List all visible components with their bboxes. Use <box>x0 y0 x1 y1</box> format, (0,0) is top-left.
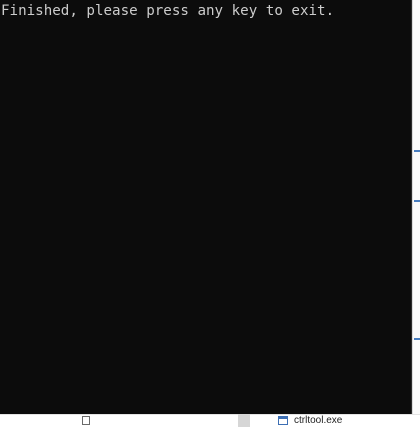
explorer-file-list-row <box>0 414 420 427</box>
console-output-line: Finished, please press any key to exit. <box>1 3 335 19</box>
file-list-item-ctrltool[interactable]: ctrltool.exe <box>278 414 342 427</box>
explorer-edge-marker <box>414 150 420 152</box>
explorer-right-edge <box>412 0 420 427</box>
file-icon <box>82 416 90 425</box>
explorer-edge-marker <box>414 338 420 340</box>
file-list-item[interactable] <box>82 414 96 427</box>
screen: ctrltool.exe Finished, please press any … <box>0 0 420 427</box>
exe-icon <box>278 416 288 425</box>
explorer-edge-marker <box>414 200 420 202</box>
explorer-scrollbar[interactable] <box>238 414 250 427</box>
file-list-item-label: ctrltool.exe <box>294 415 343 426</box>
console-window[interactable]: Finished, please press any key to exit. <box>0 0 412 414</box>
